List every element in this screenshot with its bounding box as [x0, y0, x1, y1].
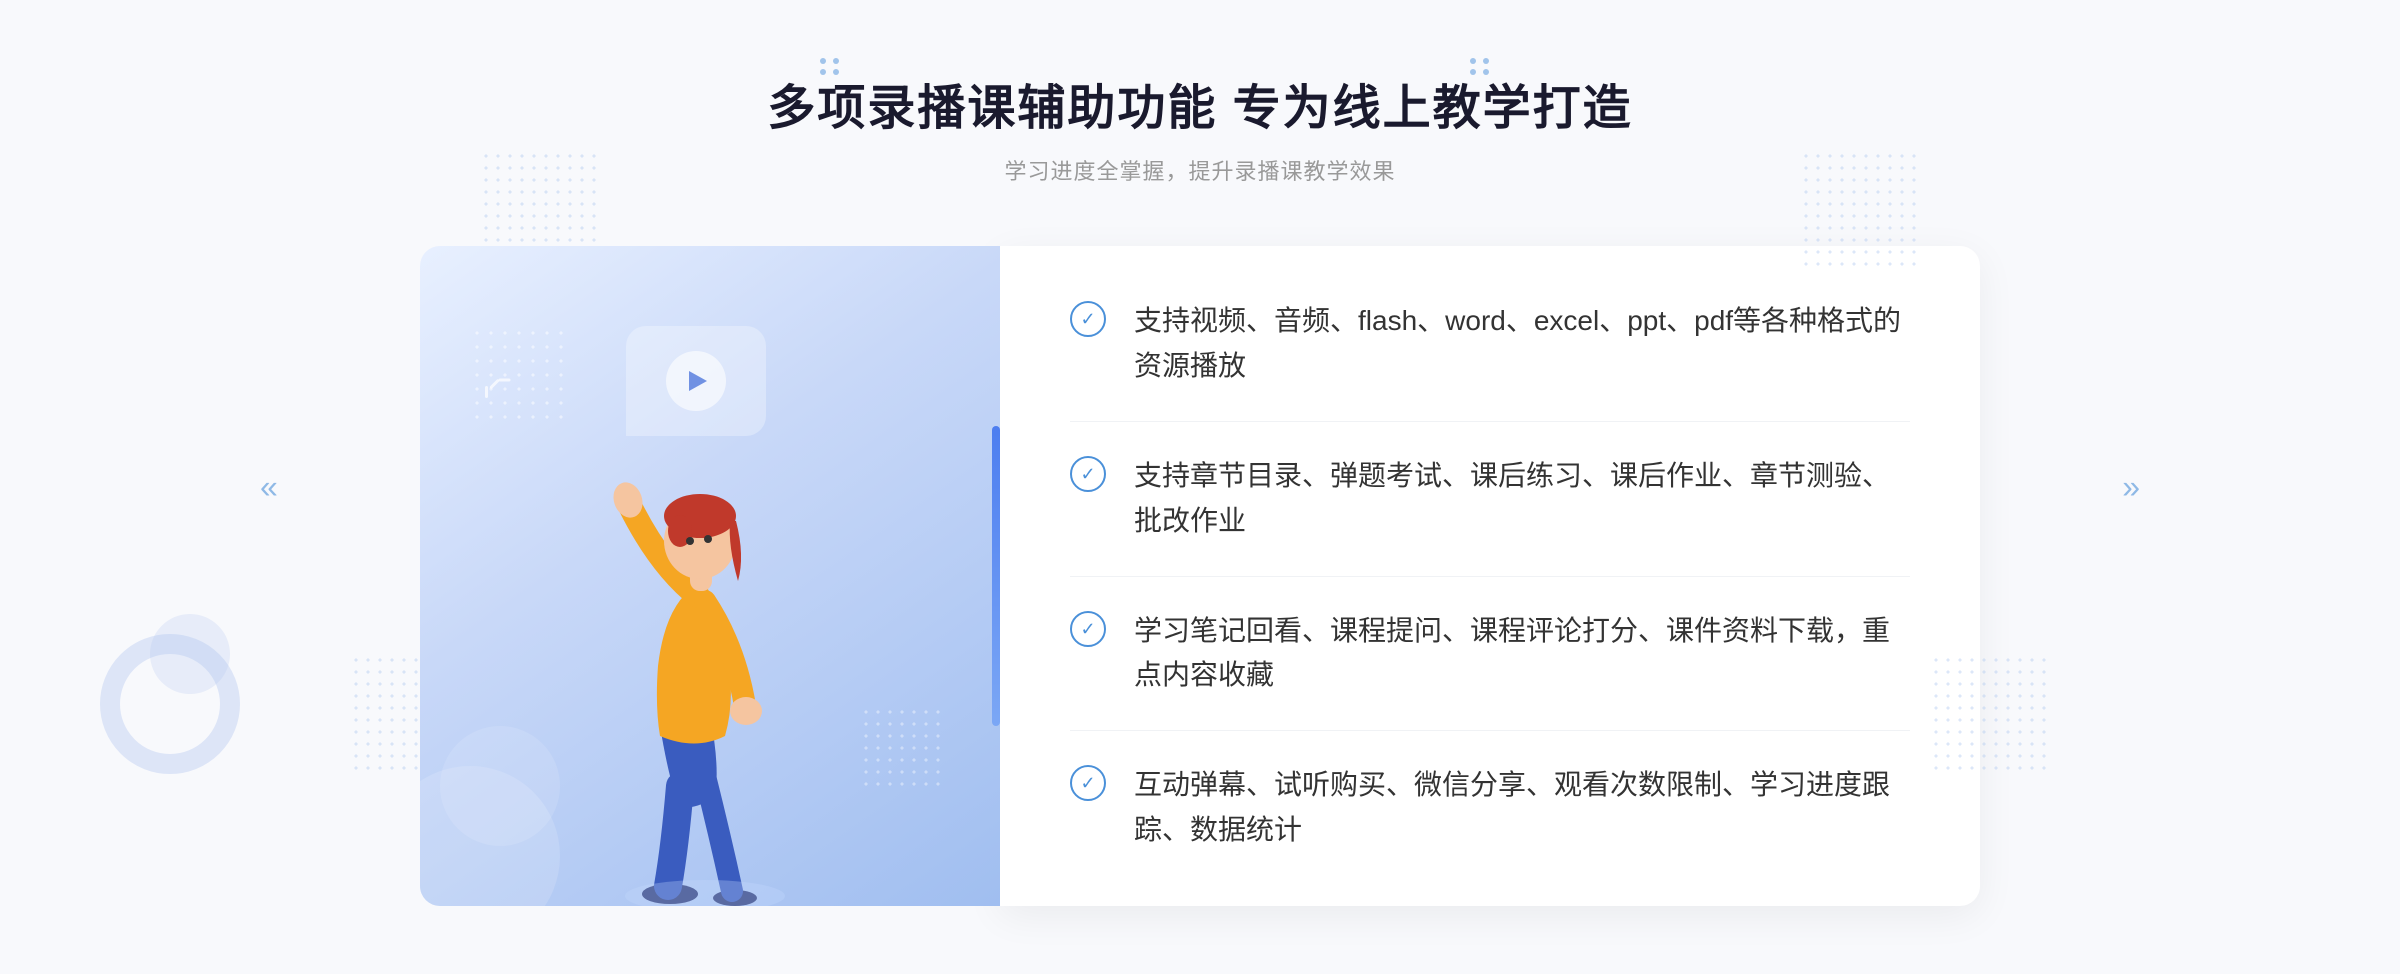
- check-icon-1: ✓: [1070, 301, 1106, 337]
- check-mark-2: ✓: [1080, 465, 1095, 483]
- check-mark-3: ✓: [1080, 620, 1095, 638]
- chevron-right-icon: »: [2122, 469, 2140, 506]
- dots-right-decoration: [1470, 58, 1491, 75]
- check-icon-2: ✓: [1070, 456, 1106, 492]
- check-mark-4: ✓: [1080, 774, 1095, 792]
- page-wrapper: « » 多项录播课辅助功能 专为线上教学打造 学习进度全掌握，提升录播课教学效果: [0, 0, 2400, 974]
- person-illustration: [550, 426, 870, 906]
- feature-text-4: 互动弹幕、试听购买、微信分享、观看次数限制、学习进度跟踪、数据统计: [1134, 763, 1910, 853]
- play-bubble: [626, 326, 766, 436]
- feature-text-2: 支持章节目录、弹题考试、课后练习、课后作业、章节测验、批改作业: [1134, 454, 1910, 544]
- dot-pattern-bottom-right: [1930, 654, 2050, 774]
- dot-pattern-top-right: [1800, 150, 1920, 270]
- light-ray-1: [485, 386, 488, 398]
- check-mark-1: ✓: [1080, 310, 1095, 328]
- page-header: 多项录播课辅助功能 专为线上教学打造 学习进度全掌握，提升录播课教学效果: [767, 68, 1632, 186]
- check-icon-3: ✓: [1070, 611, 1106, 647]
- light-ray-3: [499, 379, 511, 382]
- play-triangle-icon: [689, 371, 707, 391]
- feature-item-1: ✓ 支持视频、音频、flash、word、excel、ppt、pdf等各种格式的…: [1070, 299, 1910, 422]
- chevron-left-icon: «: [260, 469, 278, 506]
- check-icon-4: ✓: [1070, 765, 1106, 801]
- feature-item-4: ✓ 互动弹幕、试听购买、微信分享、观看次数限制、学习进度跟踪、数据统计: [1070, 731, 1910, 853]
- illus-dots-top: [470, 326, 570, 426]
- illus-stripe: [992, 426, 1000, 726]
- illus-dots-bottom: [860, 706, 940, 786]
- illus-circle-2: [440, 726, 560, 846]
- feature-text-3: 学习笔记回看、课程提问、课程评论打分、课件资料下载，重点内容收藏: [1134, 609, 1910, 699]
- feature-item-3: ✓ 学习笔记回看、课程提问、课程评论打分、课件资料下载，重点内容收藏: [1070, 577, 1910, 732]
- dots-left-decoration: [820, 58, 841, 75]
- features-card: ✓ 支持视频、音频、flash、word、excel、ppt、pdf等各种格式的…: [1000, 246, 1980, 906]
- feature-text-1: 支持视频、音频、flash、word、excel、ppt、pdf等各种格式的资源…: [1134, 299, 1910, 389]
- content-area: ✓ 支持视频、音频、flash、word、excel、ppt、pdf等各种格式的…: [420, 246, 1980, 906]
- sub-title: 学习进度全掌握，提升录播课教学效果: [767, 154, 1632, 186]
- feature-item-2: ✓ 支持章节目录、弹题考试、课后练习、课后作业、章节测验、批改作业: [1070, 422, 1910, 577]
- play-button: [666, 351, 726, 411]
- main-title: 多项录播课辅助功能 专为线上教学打造: [767, 68, 1632, 138]
- side-circle-small: [150, 614, 230, 694]
- illustration-panel: [420, 246, 1000, 906]
